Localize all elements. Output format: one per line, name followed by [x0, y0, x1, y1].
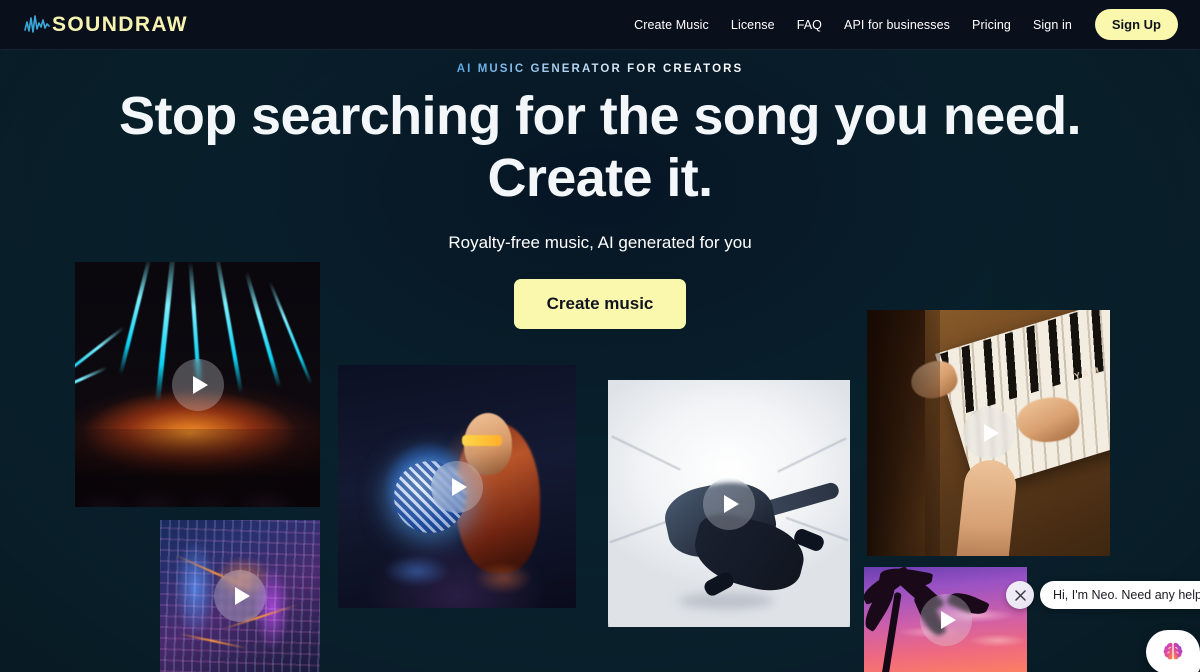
chat-greeting-bubble[interactable]: Hi, I'm Neo. Need any help?: [1040, 581, 1200, 609]
headline-line-1: Stop searching for the song you need.: [119, 86, 1082, 146]
logo[interactable]: SOUNDRAW: [24, 14, 188, 36]
play-icon[interactable]: [171, 358, 224, 411]
nav-link-license[interactable]: License: [720, 12, 786, 38]
sign-up-button[interactable]: Sign Up: [1094, 9, 1178, 40]
cta-wrapper: Create music: [0, 279, 1200, 330]
play-icon[interactable]: [431, 460, 483, 513]
nav-link-pricing[interactable]: Pricing: [961, 12, 1022, 38]
logo-text: SOUNDRAW: [52, 13, 189, 36]
tropical-sunset-video[interactable]: [864, 567, 1027, 672]
brain-icon: [1163, 642, 1183, 660]
nav-link-sign-in[interactable]: Sign in: [1022, 12, 1083, 38]
page-root: SOUNDRAW Create Music License FAQ API fo…: [0, 0, 1200, 672]
nav-link-create-music[interactable]: Create Music: [623, 12, 720, 38]
play-icon[interactable]: [703, 477, 755, 530]
chat-launcher-button[interactable]: [1146, 630, 1200, 672]
play-icon[interactable]: [214, 570, 266, 622]
site-header: SOUNDRAW Create Music License FAQ API fo…: [0, 0, 1200, 50]
neon-city-video[interactable]: [160, 520, 320, 672]
nav-link-api-for-businesses[interactable]: API for businesses: [833, 12, 961, 38]
hero-subtitle: Royalty-free music, AI generated for you: [448, 233, 752, 253]
nav-link-faq[interactable]: FAQ: [786, 12, 833, 38]
soundwave-icon: [24, 14, 50, 33]
crowd-silhouette: [75, 429, 320, 507]
chat-greeting-text: Hi, I'm Neo. Need any help?: [1053, 588, 1200, 602]
play-icon[interactable]: [919, 593, 972, 646]
chat-close-button[interactable]: [1006, 581, 1034, 609]
create-music-button[interactable]: Create music: [513, 279, 687, 330]
disco-ball-video[interactable]: [338, 365, 576, 608]
main-nav: Create Music License FAQ API for busines…: [623, 9, 1178, 40]
hero-section: AI MUSIC GENERATOR FOR CREATORS Stop sea…: [0, 50, 1200, 330]
hero-eyebrow: AI MUSIC GENERATOR FOR CREATORS: [456, 63, 744, 75]
play-icon[interactable]: [962, 407, 1015, 459]
dancer-video[interactable]: [608, 380, 850, 627]
piano-hands-video[interactable]: YAM: [867, 310, 1110, 556]
headline-line-2: Create it.: [487, 147, 713, 208]
page-title: Stop searching for the song you need. Cr…: [0, 86, 1200, 208]
close-icon: [1014, 589, 1026, 601]
